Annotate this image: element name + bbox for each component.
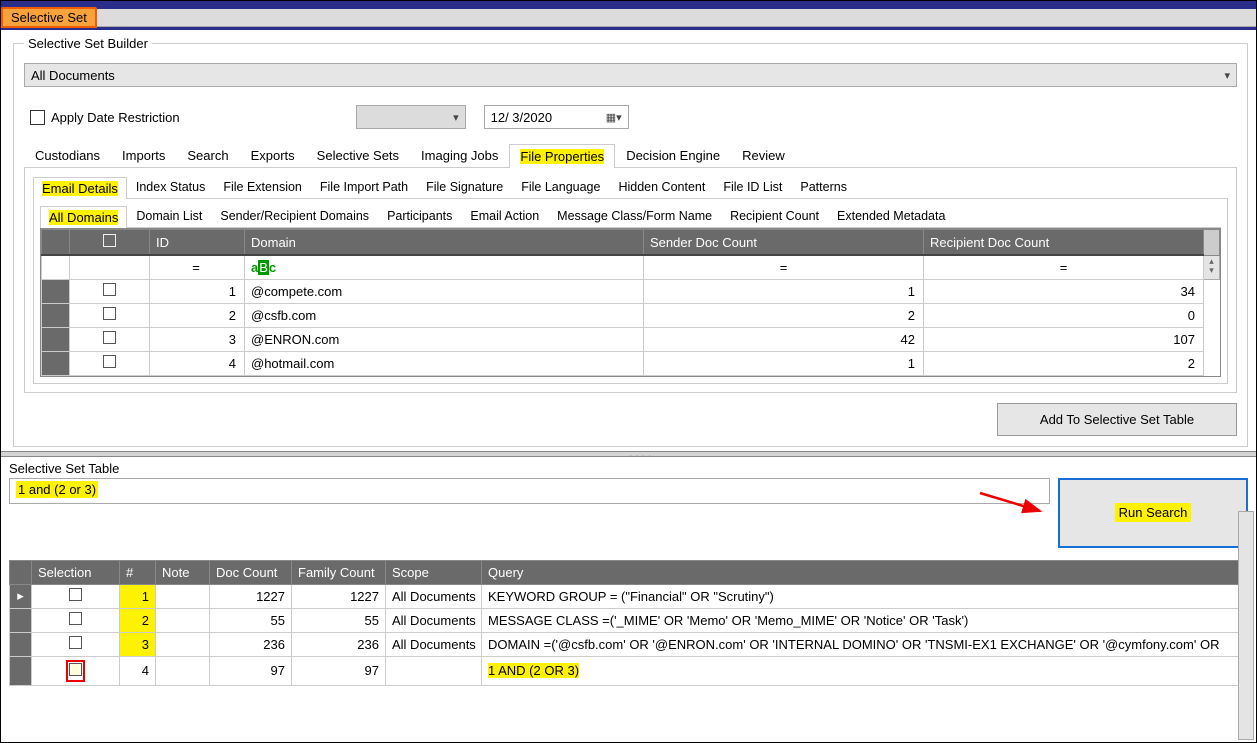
results-query-header[interactable]: Query — [482, 560, 1246, 584]
subtab-patterns[interactable]: Patterns — [791, 176, 856, 198]
sender-filter[interactable]: = — [644, 255, 924, 279]
results-row[interactable]: 3236236All DocumentsDOMAIN =('@csfb.com'… — [10, 632, 1246, 656]
domain-row[interactable]: 4@hotmail.com12 — [42, 351, 1220, 375]
filter-icon: ♡ — [42, 255, 70, 279]
subtab2-email-action[interactable]: Email Action — [461, 205, 548, 227]
results-rowsel-header — [10, 560, 32, 584]
page-vertical-scrollbar[interactable] — [1238, 511, 1254, 740]
results-row[interactable]: 25555All DocumentsMESSAGE CLASS =('_MIME… — [10, 608, 1246, 632]
tab-imaging-jobs[interactable]: Imaging Jobs — [410, 143, 509, 167]
domain-grid-id-header[interactable]: ID — [150, 230, 245, 256]
date-to-combo[interactable]: 12/ 3/2020 ▦▾ — [484, 105, 629, 129]
subtab-email-details[interactable]: Email Details — [33, 177, 127, 199]
subtab2-extended-metadata[interactable]: Extended Metadata — [828, 205, 954, 227]
subtab-index-status[interactable]: Index Status — [127, 176, 215, 198]
add-to-selective-set-table-button[interactable]: Add To Selective Set Table — [997, 403, 1237, 436]
subtab-hidden-content[interactable]: Hidden Content — [609, 176, 714, 198]
subtab2-domain-list[interactable]: Domain List — [127, 205, 211, 227]
subtab2-participants[interactable]: Participants — [378, 205, 461, 227]
tab-selective-sets[interactable]: Selective Sets — [306, 143, 410, 167]
domain-grid-scrollbar[interactable]: ▴ ▾ — [1204, 255, 1220, 279]
domain-filter[interactable]: aBc — [245, 255, 644, 279]
subtab-file-language[interactable]: File Language — [512, 176, 609, 198]
subtab-file-import-path[interactable]: File Import Path — [311, 176, 417, 198]
apply-date-restriction-check[interactable]: Apply Date Restriction — [30, 110, 180, 125]
file-properties-subtabs: Email DetailsIndex StatusFile ExtensionF… — [33, 176, 1228, 199]
tab-search[interactable]: Search — [176, 143, 239, 167]
results-scope-header[interactable]: Scope — [386, 560, 482, 584]
tab-exports[interactable]: Exports — [240, 143, 306, 167]
results-selection-header[interactable]: Selection — [32, 560, 120, 584]
builder-tabs: CustodiansImportsSearchExportsSelective … — [24, 143, 1237, 168]
domain-grid-domain-header[interactable]: Domain — [245, 230, 644, 256]
results-index-header[interactable]: # — [120, 560, 156, 584]
subtab-file-id-list[interactable]: File ID List — [714, 176, 791, 198]
selective-set-builder-group: Selective Set Builder All Documents ▾ Ap… — [13, 36, 1248, 447]
subtab-file-signature[interactable]: File Signature — [417, 176, 512, 198]
builder-legend: Selective Set Builder — [24, 36, 152, 51]
results-doccount-header[interactable]: Doc Count — [210, 560, 292, 584]
email-details-subtabs: All DomainsDomain ListSender/Recipient D… — [40, 205, 1221, 228]
domain-grid-recipient-header[interactable]: Recipient Doc Count — [924, 230, 1204, 256]
tab-review[interactable]: Review — [731, 143, 796, 167]
domain-grid-rowsel-header — [42, 230, 70, 256]
domain-row[interactable]: 3@ENRON.com42107 — [42, 327, 1220, 351]
results-famcount-header[interactable]: Family Count — [292, 560, 386, 584]
results-note-header[interactable]: Note — [156, 560, 210, 584]
domain-row[interactable]: 1@compete.com134 — [42, 279, 1220, 303]
results-row[interactable]: ▸112271227All DocumentsKEYWORD GROUP = (… — [10, 584, 1246, 608]
tab-file-properties[interactable]: File Properties — [509, 144, 615, 168]
chevron-down-icon: ▾ — [1224, 69, 1230, 82]
date-from-combo[interactable]: ▾ — [356, 105, 466, 129]
domain-grid-scroll-header — [1204, 230, 1220, 256]
subtab2-all-domains[interactable]: All Domains — [40, 206, 127, 228]
subtab2-recipient-count[interactable]: Recipient Count — [721, 205, 828, 227]
subtab2-sender-recipient-domains[interactable]: Sender/Recipient Domains — [211, 205, 378, 227]
query-expression-input[interactable]: 1 and (2 or 3) — [9, 478, 1050, 504]
window-tab-selective-set[interactable]: Selective Set — [1, 7, 97, 28]
recipient-filter[interactable]: = — [924, 255, 1204, 279]
all-documents-combo[interactable]: All Documents ▾ — [24, 63, 1237, 87]
tab-imports[interactable]: Imports — [111, 143, 176, 167]
id-filter[interactable]: = — [150, 255, 245, 279]
run-search-button[interactable]: Run Search — [1058, 478, 1248, 548]
results-row[interactable]: 497971 AND (2 OR 3) — [10, 656, 1246, 685]
tab-custodians[interactable]: Custodians — [24, 143, 111, 167]
domain-grid-sender-header[interactable]: Sender Doc Count — [644, 230, 924, 256]
subtab-file-extension[interactable]: File Extension — [214, 176, 311, 198]
subtab2-message-class-form-name[interactable]: Message Class/Form Name — [548, 205, 721, 227]
calendar-dropdown-icon: ▦▾ — [606, 111, 622, 124]
selective-set-table-label: Selective Set Table — [9, 461, 1248, 476]
tab-decision-engine[interactable]: Decision Engine — [615, 143, 731, 167]
domain-grid-check-header[interactable] — [70, 230, 150, 256]
domain-row[interactable]: 2@csfb.com20 — [42, 303, 1220, 327]
